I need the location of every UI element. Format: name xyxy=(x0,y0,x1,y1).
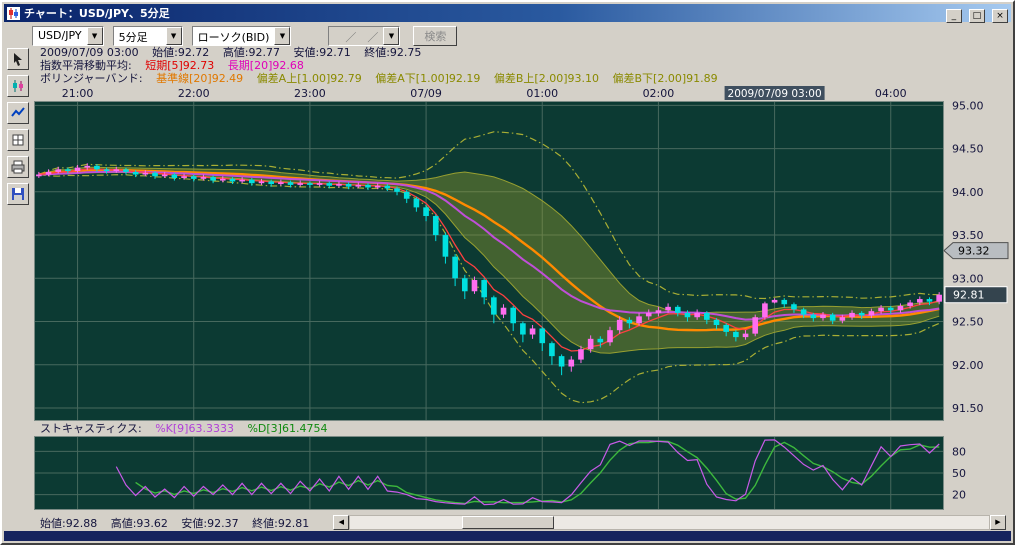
stochastic-label: ストキャスティクス: xyxy=(40,422,142,435)
candle-high: 高値:92.77 xyxy=(223,46,280,59)
ema-label: 指数平滑移動平均: xyxy=(40,59,132,72)
stochastic-k-value: %K[9]63.3333 xyxy=(155,422,234,435)
chart-region: 2009/07/09 03:00 始値:92.72 高値:92.77 安値:92… xyxy=(34,46,1010,531)
svg-text:22:00: 22:00 xyxy=(178,87,210,100)
line-chart-icon xyxy=(10,105,26,121)
svg-text:02:00: 02:00 xyxy=(643,87,675,100)
chart-window: チャート：USD/JPY、5分足 _ □ × USD/JPY ▼ 5分足 ▼ ロ… xyxy=(0,0,1015,545)
stochastic-d-value: %D[3]61.4754 xyxy=(247,422,327,435)
pointer-tool-button[interactable] xyxy=(7,48,29,70)
date-select[interactable]: ／ ／ ▼ xyxy=(328,26,400,46)
session-ohlc: 始値:92.88 高値:93.62 安値:92.37 終値:92.81 xyxy=(34,515,319,531)
svg-text:93.50: 93.50 xyxy=(952,229,984,242)
ema-short-value: 短期[5]92.73 xyxy=(145,59,214,72)
scroll-left-button[interactable]: ◀ xyxy=(333,515,349,530)
bollinger-basis-value: 基準線[20]92.49 xyxy=(156,72,243,85)
svg-text:93.00: 93.00 xyxy=(952,272,984,285)
close-button[interactable]: × xyxy=(992,9,1008,23)
title-bar: チャート：USD/JPY、5分足 _ □ × xyxy=(4,4,1011,22)
chevron-down-icon[interactable]: ▼ xyxy=(166,27,182,45)
print-tool-button[interactable] xyxy=(7,156,29,178)
scroll-right-button[interactable]: ▶ xyxy=(990,515,1006,530)
ema-long-value: 長期[20]92.68 xyxy=(228,59,304,72)
save-icon xyxy=(10,186,26,202)
date-select-value: ／ ／ xyxy=(329,27,383,45)
status-bar: 始値:92.88 高値:93.62 安値:92.37 終値:92.81 ◀ ▶ xyxy=(34,514,1010,531)
chart-type-select[interactable]: ローソク(BID) ▼ xyxy=(192,26,292,46)
bollinger-b-upper-value: 偏差B上[2.00]93.10 xyxy=(494,72,599,85)
session-high: 高値:93.62 xyxy=(111,517,168,530)
svg-text:04:00: 04:00 xyxy=(875,87,907,100)
scrollbar-track[interactable] xyxy=(349,515,990,530)
svg-text:93.32: 93.32 xyxy=(958,245,990,258)
session-low: 安値:92.37 xyxy=(181,517,238,530)
candle-low: 安値:92.71 xyxy=(294,46,351,59)
chevron-down-icon[interactable]: ▼ xyxy=(87,27,103,45)
session-open: 始値:92.88 xyxy=(40,517,97,530)
bollinger-b-lower-value: 偏差B下[2.00]91.89 xyxy=(613,72,718,85)
svg-text:21:00: 21:00 xyxy=(62,87,94,100)
window-bottom-strip xyxy=(4,531,1011,541)
svg-text:01:00: 01:00 xyxy=(526,87,558,100)
candlestick-icon xyxy=(10,78,26,94)
pointer-icon xyxy=(10,51,26,67)
chart-toolbar: USD/JPY ▼ 5分足 ▼ ローソク(BID) ▼ ／ ／ ▼ 検索 xyxy=(32,25,457,47)
maximize-button[interactable]: □ xyxy=(969,9,985,23)
candle-close: 終値:92.75 xyxy=(364,46,421,59)
candle-datetime: 2009/07/09 03:00 xyxy=(40,46,139,59)
stochastic-chart-canvas[interactable]: 80 50 20 xyxy=(34,436,1010,510)
timeframe-select[interactable]: 5分足 ▼ xyxy=(113,26,183,46)
scrollbar-thumb[interactable] xyxy=(462,516,554,529)
svg-text:50: 50 xyxy=(952,467,966,480)
indicator-readouts: 2009/07/09 03:00 始値:92.72 高値:92.77 安値:92… xyxy=(34,46,1010,85)
window-controls: _ □ × xyxy=(944,3,1008,24)
print-icon xyxy=(10,159,26,175)
pair-select-value: USD/JPY xyxy=(33,27,87,45)
bollinger-readout: ボリンジャーバンド: 基準線[20]92.49 偏差A上[1.00]92.79 … xyxy=(34,72,1010,85)
svg-text:94.00: 94.00 xyxy=(952,186,984,199)
search-button[interactable]: 検索 xyxy=(413,26,457,46)
svg-text:80: 80 xyxy=(952,445,966,458)
chart-type-select-value: ローソク(BID) xyxy=(193,27,275,45)
chevron-down-icon[interactable]: ▼ xyxy=(383,27,399,45)
grid-tool-button[interactable] xyxy=(7,129,29,151)
svg-text:95.00: 95.00 xyxy=(952,99,984,112)
ohlc-readout: 2009/07/09 03:00 始値:92.72 高値:92.77 安値:92… xyxy=(34,46,1010,59)
minimize-button[interactable]: _ xyxy=(946,9,962,23)
svg-text:92.50: 92.50 xyxy=(952,316,984,329)
svg-text:20: 20 xyxy=(952,489,966,502)
main-chart-canvas[interactable]: 21:00 22:00 23:00 07/09 01:00 02:00 2009/07/09… xyxy=(34,85,1010,422)
svg-text:92.81: 92.81 xyxy=(953,289,985,302)
window-title: チャート：USD/JPY、5分足 xyxy=(24,5,944,21)
chart-hscrollbar[interactable]: ◀ ▶ xyxy=(333,515,1006,530)
svg-text:23:00: 23:00 xyxy=(294,87,326,100)
stochastic-readout: ストキャスティクス: %K[9]63.3333 %D[3]61.4754 xyxy=(34,422,1010,436)
pair-select[interactable]: USD/JPY ▼ xyxy=(32,26,104,46)
grid-icon xyxy=(10,132,26,148)
app-icon xyxy=(7,7,20,20)
svg-text:2009/07/09 03:00: 2009/07/09 03:00 xyxy=(728,88,822,100)
drawing-tool-column xyxy=(7,48,31,205)
candlestick-tool-button[interactable] xyxy=(7,75,29,97)
chevron-down-icon[interactable]: ▼ xyxy=(274,27,290,45)
bollinger-a-lower-value: 偏差A下[1.00]92.19 xyxy=(375,72,480,85)
indicator-tool-button[interactable] xyxy=(7,102,29,124)
bollinger-label: ボリンジャーバンド: xyxy=(40,72,143,85)
ema-readout: 指数平滑移動平均: 短期[5]92.73 長期[20]92.68 xyxy=(34,59,1010,72)
svg-text:07/09: 07/09 xyxy=(410,87,442,100)
save-tool-button[interactable] xyxy=(7,183,29,205)
candle-open: 始値:92.72 xyxy=(152,46,209,59)
timeframe-select-value: 5分足 xyxy=(114,27,166,45)
svg-text:92.00: 92.00 xyxy=(952,359,984,372)
session-close: 終値:92.81 xyxy=(252,517,309,530)
bollinger-a-upper-value: 偏差A上[1.00]92.79 xyxy=(257,72,362,85)
svg-text:94.50: 94.50 xyxy=(952,143,984,156)
svg-text:91.50: 91.50 xyxy=(952,402,984,415)
